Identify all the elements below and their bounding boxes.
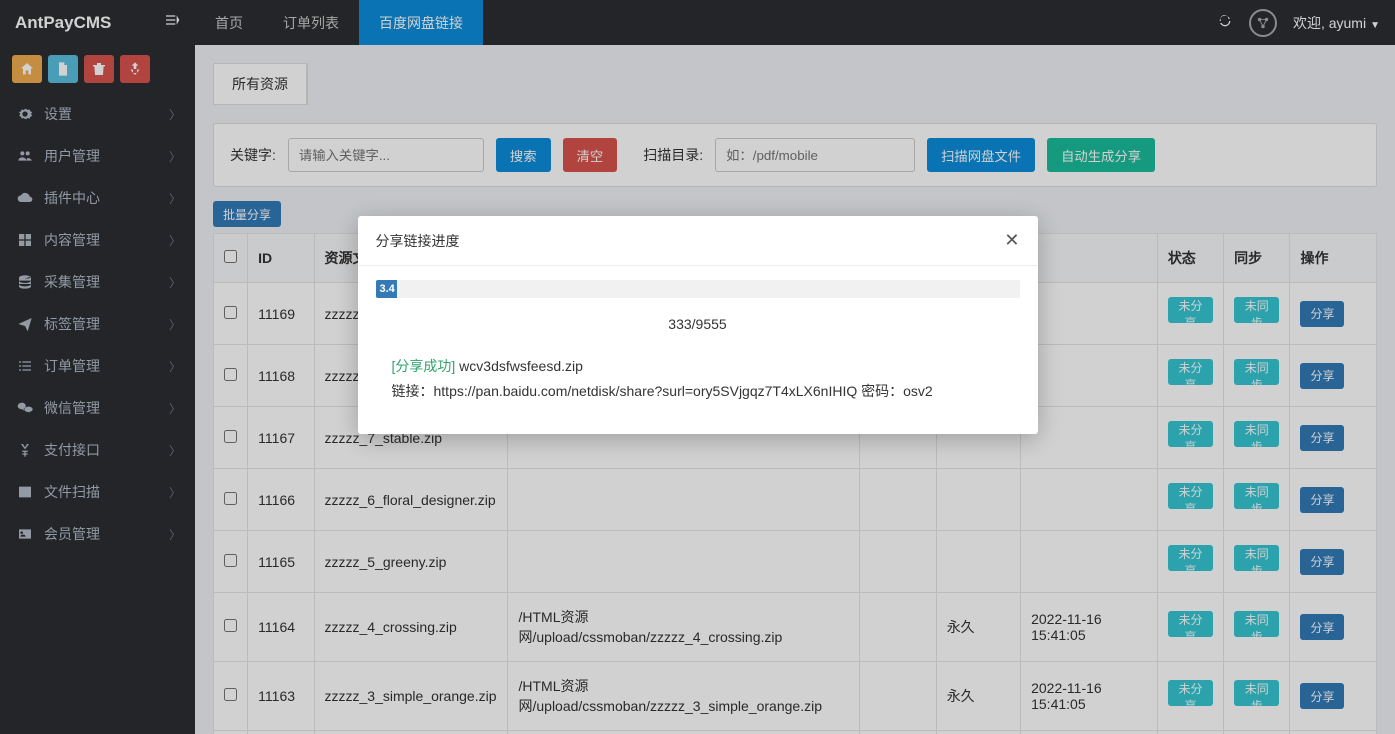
progress-bar: 3.4 [376,280,1020,298]
share-progress-modal: 分享链接进度 ✕ 3.4 333/9555 [分享成功] wcv3dsfwsfe… [358,216,1038,434]
close-icon[interactable]: ✕ [1004,230,1019,251]
success-file: wcv3dsfwsfeesd.zip [459,358,583,374]
modal-body: 3.4 333/9555 [分享成功] wcv3dsfwsfeesd.zip 链… [358,266,1038,434]
progress-counter: 333/9555 [376,316,1020,332]
progress-percent: 3.4 [380,280,395,298]
log-line-1: [分享成功] wcv3dsfwsfeesd.zip [392,354,1020,379]
modal-title: 分享链接进度 [376,231,460,251]
success-tag: [分享成功] [392,358,456,374]
log-line-2: 链接：https://pan.baidu.com/netdisk/share?s… [392,379,1020,404]
modal-header: 分享链接进度 ✕ [358,216,1038,266]
share-log: [分享成功] wcv3dsfwsfeesd.zip 链接：https://pan… [392,354,1020,404]
